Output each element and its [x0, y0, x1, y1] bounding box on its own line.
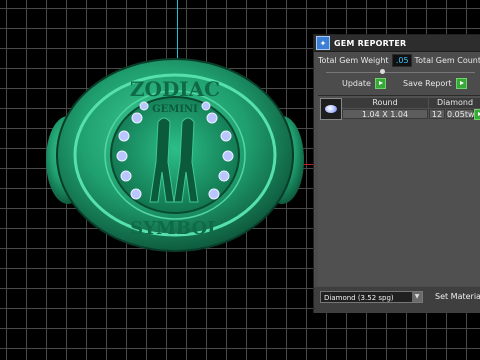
- row-play-icon[interactable]: [474, 109, 480, 120]
- gem-count-cell: 12: [429, 109, 445, 119]
- panel-titlebar[interactable]: ✦ GEM REPORTER: [314, 35, 480, 52]
- count-label: Total Gem Count: [414, 55, 480, 65]
- gem-reporter-panel: ✦ GEM REPORTER Total Gem Weight .05 Tota…: [313, 34, 480, 313]
- panel-title: GEM REPORTER: [334, 38, 407, 48]
- column-header-shape: Round: [342, 98, 428, 108]
- update-button[interactable]: Update: [342, 79, 371, 88]
- weight-value: .05: [391, 53, 412, 67]
- ring-model[interactable]: ZODIAC SYMBOL GEMINI: [40, 50, 310, 260]
- material-value: Diamond (3.52 spg): [324, 294, 394, 302]
- material-dropdown[interactable]: Diamond (3.52 spg) ▼: [320, 291, 423, 303]
- material-bar: Diamond (3.52 spg) ▼ Set Material: [314, 287, 480, 313]
- slider-track: [326, 72, 475, 73]
- chevron-down-icon[interactable]: ▼: [412, 292, 422, 302]
- ring-bottom-text: SYMBOL: [130, 218, 220, 239]
- weight-label: Total Gem Weight: [318, 55, 389, 65]
- gem-thumbnail-icon[interactable]: [320, 98, 342, 120]
- slider-knob[interactable]: [380, 69, 385, 74]
- column-header-material: Diamond: [429, 98, 480, 108]
- ring-center-text: GEMINI: [152, 104, 198, 115]
- app-icon: ✦: [316, 36, 330, 50]
- gem-list: Round Diamond 1.04 X 1.04 12 0.05tw: [318, 95, 480, 286]
- update-play-icon[interactable]: [374, 78, 386, 89]
- gem-size-cell: 1.04 X 1.04: [342, 109, 428, 119]
- gem-weight-cell: 0.05tw: [446, 109, 475, 119]
- panel-slider[interactable]: [318, 68, 475, 76]
- weight-row: Total Gem Weight .05 Total Gem Count: [314, 52, 480, 68]
- save-report-play-icon[interactable]: [455, 78, 467, 89]
- ring-top-text: ZODIAC: [130, 77, 220, 101]
- set-material-button[interactable]: Set Material: [435, 292, 480, 301]
- save-report-button[interactable]: Save Report: [403, 79, 452, 88]
- action-row: Update Save Report: [314, 76, 480, 91]
